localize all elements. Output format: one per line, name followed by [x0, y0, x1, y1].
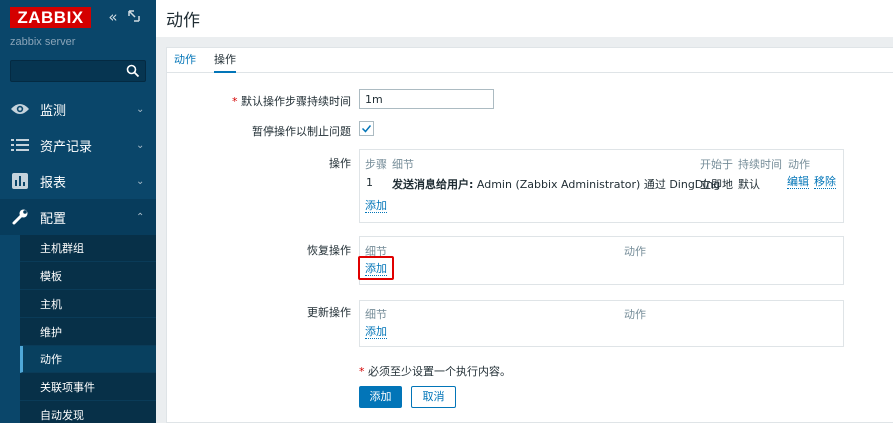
op-step: 1: [366, 176, 373, 189]
update-add-link[interactable]: 添加: [365, 326, 387, 339]
add-button[interactable]: 添加: [359, 386, 402, 408]
kiosk-mode-icon[interactable]: [127, 9, 141, 23]
nav-item-monitoring[interactable]: 监测 ⌄: [0, 91, 156, 127]
header: [156, 0, 893, 37]
nav-item-configuration[interactable]: 配置 ⌃: [0, 199, 156, 235]
tab-operations[interactable]: 操作: [214, 47, 236, 73]
chevron-down-icon: ⌄: [136, 103, 145, 115]
step-duration-input[interactable]: 1m: [359, 89, 494, 109]
wrench-icon: [10, 209, 30, 225]
nav-item-inventory[interactable]: 资产记录 ⌄: [0, 127, 156, 163]
operations-add-link[interactable]: 添加: [365, 200, 387, 213]
nav-label: 资产记录: [40, 139, 93, 155]
chevron-down-icon: ⌄: [136, 139, 145, 151]
submenu-hosts[interactable]: 主机: [20, 291, 156, 318]
submenu-actions[interactable]: 动作: [20, 346, 156, 373]
submenu-host-groups[interactable]: 主机群组: [20, 235, 156, 262]
op-remove-link[interactable]: 移除: [814, 176, 836, 189]
update-col-detail: 细节: [365, 308, 387, 321]
chevron-up-icon: ⌃: [136, 211, 145, 223]
recovery-table: [359, 236, 844, 285]
recovery-col-action: 动作: [624, 245, 646, 258]
nav-label: 监测: [40, 103, 67, 119]
op-start: 立即地: [700, 178, 733, 191]
op-duration: 默认: [738, 178, 760, 191]
recovery-label: 恢复操作: [307, 244, 351, 257]
tab-actions[interactable]: 动作: [174, 47, 196, 73]
list-icon: [10, 137, 30, 153]
chevron-down-icon: ⌄: [136, 175, 145, 187]
nav-label: 配置: [40, 211, 67, 227]
col-step: 步骤: [365, 158, 387, 171]
operations-label: 操作: [329, 157, 351, 170]
op-edit-link[interactable]: 编辑: [787, 176, 809, 189]
bar-chart-icon: [10, 173, 30, 189]
nav-item-reports[interactable]: 报表 ⌄: [0, 163, 156, 199]
collapse-sidebar-icon[interactable]: «: [105, 8, 121, 26]
server-name: zabbix server: [10, 36, 76, 48]
col-detail: 细节: [392, 158, 414, 171]
sidebar: ZABBIX « zabbix server 监测 ⌄ 资产记录 ⌄ 报表 ⌄ …: [0, 0, 156, 423]
zabbix-logo[interactable]: ZABBIX: [10, 7, 91, 28]
update-col-action: 动作: [624, 308, 646, 321]
pause-checkbox[interactable]: [359, 121, 374, 136]
col-action: 动作: [788, 158, 810, 171]
submenu-correlation[interactable]: 关联项事件: [20, 374, 156, 401]
page-title: 动作: [166, 11, 200, 31]
update-table: [359, 300, 844, 347]
highlight-box: [358, 256, 394, 280]
nav-label: 报表: [40, 175, 67, 191]
tab-bar: 动作 操作: [166, 47, 893, 73]
col-duration: 持续时间: [738, 158, 782, 171]
step-duration-label: * 默认操作步骤持续时间: [232, 95, 351, 108]
required-note: * 必须至少设置一个执行内容。: [359, 365, 511, 378]
col-start: 开始于: [700, 158, 733, 171]
update-label: 更新操作: [307, 306, 351, 319]
pause-label: 暂停操作以制止问题: [252, 125, 351, 138]
check-icon: [361, 125, 372, 133]
submenu-templates[interactable]: 模板: [20, 263, 156, 290]
submenu-discovery[interactable]: 自动发现: [20, 402, 156, 423]
search-icon[interactable]: [126, 64, 140, 78]
op-detail: 发送消息给用户: Admin (Zabbix Administrator) 通过…: [392, 178, 721, 191]
cancel-button[interactable]: 取消: [411, 386, 456, 408]
submenu-maintenance[interactable]: 维护: [20, 319, 156, 346]
eye-icon: [10, 101, 30, 117]
